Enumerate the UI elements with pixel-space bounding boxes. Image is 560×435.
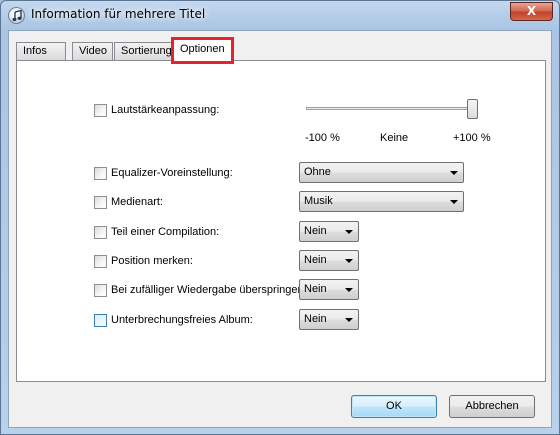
equalizer-value: Ohne (304, 166, 331, 178)
media-type-checkbox[interactable] (94, 196, 107, 209)
volume-row: Lautstärkeanpassung: (94, 102, 294, 118)
tab-optionen[interactable]: Optionen (171, 37, 234, 64)
remember-position-label: Position merken: (111, 255, 193, 267)
chevron-down-icon (345, 230, 353, 234)
gapless-label: Unterbrechungsfreies Album: (111, 314, 253, 326)
skip-shuffle-row: Bei zufälliger Wiedergabe überspringen: (94, 282, 307, 298)
chevron-down-icon (450, 171, 458, 175)
gapless-value: Nein (304, 313, 327, 325)
dialog-client: Infos Video Sortierung Optionen Lautstär… (8, 30, 552, 428)
chevron-down-icon (345, 318, 353, 322)
compilation-row: Teil einer Compilation: (94, 224, 294, 240)
skip-shuffle-value: Nein (304, 283, 327, 295)
skip-shuffle-select[interactable]: Nein (299, 279, 359, 300)
slider-min-label: -100 % (305, 132, 340, 144)
ok-button[interactable]: OK (351, 395, 437, 418)
compilation-select[interactable]: Nein (299, 221, 359, 242)
chevron-down-icon (345, 288, 353, 292)
window-title: Information für mehrere Titel (31, 7, 206, 21)
dialog-window: Information für mehrere Titel X Infos Vi… (0, 0, 560, 435)
gapless-select[interactable]: Nein (299, 309, 359, 330)
options-panel: Lautstärkeanpassung: -100 % Keine +100 %… (16, 60, 546, 382)
equalizer-checkbox[interactable] (94, 167, 107, 180)
media-type-row: Medienart: (94, 194, 294, 210)
remember-position-row: Position merken: (94, 253, 294, 269)
equalizer-row: Equalizer-Voreinstellung: (94, 165, 294, 181)
chevron-down-icon (450, 200, 458, 204)
compilation-checkbox[interactable] (94, 226, 107, 239)
volume-label: Lautstärkeanpassung: (111, 104, 220, 116)
slider-max-label: +100 % (453, 132, 491, 144)
tab-infos[interactable]: Infos (16, 42, 66, 61)
volume-slider[interactable] (306, 99, 492, 123)
cancel-button[interactable]: Abbrechen (449, 395, 535, 418)
equalizer-select[interactable]: Ohne (299, 162, 464, 183)
gapless-row: Unterbrechungsfreies Album: (94, 312, 294, 328)
volume-checkbox[interactable] (94, 104, 107, 117)
media-type-label: Medienart: (111, 196, 163, 208)
chevron-down-icon (345, 259, 353, 263)
close-button[interactable]: X (510, 2, 553, 21)
tab-sortierung[interactable]: Sortierung (114, 42, 173, 61)
media-type-select[interactable]: Musik (299, 191, 464, 212)
equalizer-label: Equalizer-Voreinstellung: (111, 167, 233, 179)
slider-track (306, 107, 478, 110)
gapless-checkbox[interactable] (94, 314, 107, 327)
tab-video[interactable]: Video (72, 42, 113, 61)
media-type-value: Musik (304, 195, 333, 207)
itunes-icon (8, 7, 25, 24)
remember-position-checkbox[interactable] (94, 255, 107, 268)
skip-shuffle-label: Bei zufälliger Wiedergabe überspringen: (111, 284, 307, 296)
slider-thumb[interactable] (467, 99, 478, 119)
title-bar[interactable]: Information für mehrere Titel X (1, 1, 559, 29)
remember-position-select[interactable]: Nein (299, 250, 359, 271)
remember-position-value: Nein (304, 254, 327, 266)
compilation-label: Teil einer Compilation: (111, 226, 220, 238)
slider-mid-label: Keine (380, 132, 409, 144)
compilation-value: Nein (304, 225, 327, 237)
skip-shuffle-checkbox[interactable] (94, 284, 107, 297)
